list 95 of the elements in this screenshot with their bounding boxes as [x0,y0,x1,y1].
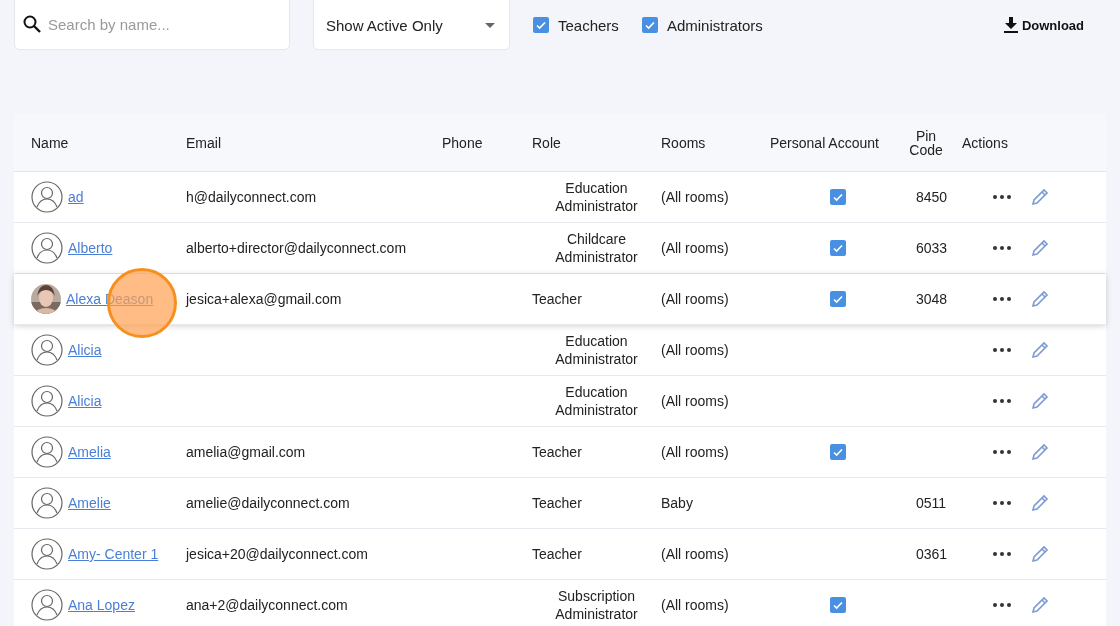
pin-code: 3048 [915,291,948,307]
table-row[interactable]: Amelie amelie@dailyconnect.com Teacher Baby 0511 [14,478,1106,529]
checkbox[interactable] [830,189,846,205]
column-header: Actions [962,134,1009,151]
staff-name-link[interactable]: Alicia [68,342,102,358]
download-button[interactable]: Download [997,16,1090,34]
rooms-text: (All rooms) [661,342,729,358]
checkbox[interactable] [641,17,658,33]
rooms-text: (All rooms) [661,393,729,409]
checkbox[interactable] [830,240,846,256]
column-header: Personal Account [770,134,880,151]
more-icon[interactable] [993,501,1011,505]
more-icon[interactable] [993,450,1011,454]
checkmark-icon [832,242,844,254]
staff-name-link[interactable]: ad [68,189,84,205]
pencil-icon[interactable] [1031,239,1049,257]
email-text: jesica+20@dailyconnect.com [186,546,368,562]
email-text: jesica+alexa@gmail.com [186,291,342,307]
status-dropdown[interactable]: Show Active Only [313,0,510,50]
role-text: Teacher [532,494,582,512]
rooms-text: Baby [661,495,693,511]
column-header: Phone [442,134,484,151]
checkmark-icon [832,293,844,305]
rooms-text: (All rooms) [661,189,729,205]
role-text: Education Administrator [554,179,639,215]
rooms-text: (All rooms) [661,546,729,562]
checkbox-label: Administrators [666,16,763,34]
email-text: alberto+director@dailyconnect.com [186,240,407,256]
table-row[interactable]: Ana Lopez ana+2@dailyconnect.com Subscription Administrator (All rooms) [14,580,1106,626]
pin-code: 6033 [915,240,948,256]
staff-name-link[interactable]: Alberto [68,240,113,256]
checkbox[interactable] [830,444,846,460]
column-header: Role [532,134,562,151]
rooms-text: (All rooms) [661,444,729,460]
more-icon[interactable] [993,348,1011,352]
checkmark-icon [643,19,656,31]
column-header: Rooms [661,134,707,151]
rooms-text: (All rooms) [661,240,729,256]
pin-code: 8450 [915,189,948,205]
rooms-text: (All rooms) [661,597,729,613]
checkbox[interactable] [830,597,846,613]
download-icon [1003,17,1018,33]
more-icon[interactable] [993,297,1011,301]
pencil-icon[interactable] [1031,341,1049,359]
table-row[interactable]: Alicia Education Administrator (All rooms) [14,325,1106,376]
role-text: Teacher [532,545,582,563]
search-icon [22,14,42,34]
more-icon[interactable] [993,603,1011,607]
table-row[interactable]: Amelia amelia@gmail.com Teacher (All rooms) [14,427,1106,478]
staff-name-link[interactable]: Amy- Center 1 [68,546,159,562]
staff-name-link[interactable]: Amelie [68,495,111,511]
role-text: Teacher [532,290,582,308]
table-row[interactable]: Alberto alberto+director@dailyconnect.com Childcare Administrator (All rooms) 6033 [14,223,1106,274]
staff-name-link[interactable]: Alicia [68,393,102,409]
role-text: Childcare Administrator [554,230,639,266]
role-text: Education Administrator [554,332,639,368]
more-icon[interactable] [993,195,1011,199]
staff-name-link[interactable]: Ana Lopez [68,597,135,613]
more-icon[interactable] [993,399,1011,403]
role-text: Teacher [532,443,582,461]
rooms-text: (All rooms) [661,291,729,307]
checkmark-icon [832,191,844,203]
more-icon[interactable] [993,552,1011,556]
table-row[interactable]: Amy- Center 1 jesica+20@dailyconnect.com Teacher (All rooms) 0361 [14,529,1106,580]
column-header: Email [186,134,222,151]
role-text: Education Administrator [554,383,639,419]
checkmark-icon [832,446,844,458]
email-text: amelia@gmail.com [186,444,306,460]
pencil-icon[interactable] [1031,494,1049,512]
checkbox[interactable] [533,17,549,33]
caret-icon [485,22,495,28]
checkbox[interactable] [830,291,846,307]
email-text: amelie@dailyconnect.com [186,495,350,511]
checkbox-label: Teachers [558,16,619,34]
table-row[interactable]: ad h@dailyconnect.com Education Administrator (All rooms) 8450 [14,172,1106,223]
role-text: Subscription Administrator [554,587,639,623]
pencil-icon[interactable] [1031,443,1049,461]
pencil-icon[interactable] [1031,392,1049,410]
email-text: h@dailyconnect.com [186,189,317,205]
pin-code: 0361 [915,546,948,562]
staff-name-link[interactable]: Amelia [68,444,111,460]
search-field[interactable]: Search by name... [48,7,268,33]
email-text: ana+2@dailyconnect.com [186,597,348,613]
pencil-icon[interactable] [1031,545,1049,563]
pencil-icon[interactable] [1031,188,1049,206]
more-icon[interactable] [993,246,1011,250]
pencil-icon[interactable] [1031,596,1049,614]
search-box[interactable]: Search by name... [14,0,290,50]
checkmark-icon [832,599,844,611]
column-header: Pin Code [908,128,944,157]
pin-code: 0511 [915,495,947,511]
table-row[interactable]: Alicia Education Administrator (All rooms) [14,376,1106,427]
column-header: Name [31,134,70,151]
checkmark-icon [535,19,547,31]
pencil-icon[interactable] [1031,290,1049,308]
